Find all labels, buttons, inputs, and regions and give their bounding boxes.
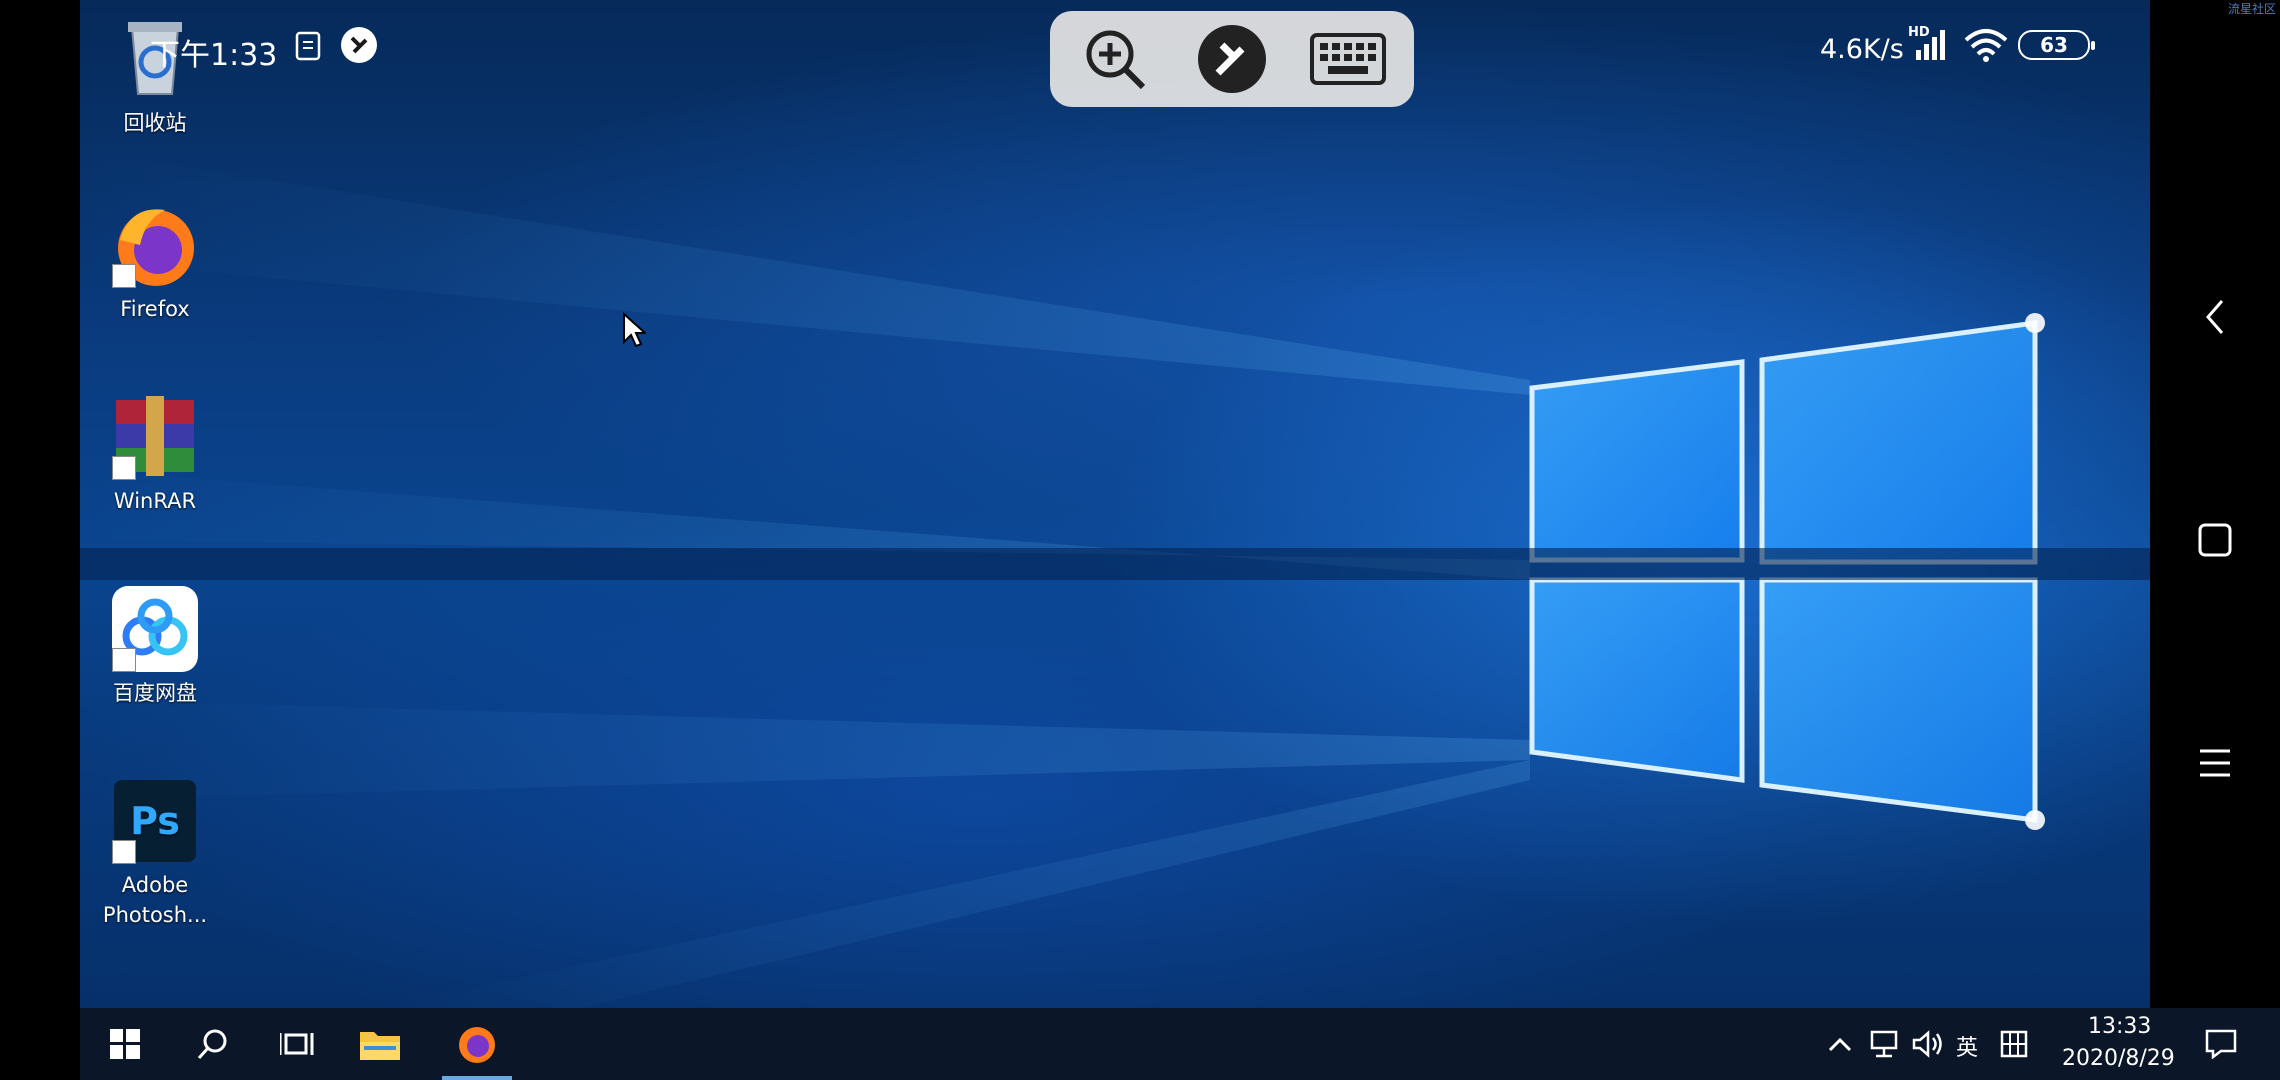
desktop-icon-label: WinRAR: [113, 489, 197, 513]
firefox-icon: [110, 200, 200, 290]
desktop-icon-winrar[interactable]: WinRAR: [90, 392, 220, 516]
desktop-icon-label: Photosh...: [102, 903, 208, 927]
battery-indicator: 63: [2018, 30, 2095, 60]
shortcut-arrow-icon: [112, 648, 136, 672]
desktop-icon-label: Adobe: [121, 873, 189, 897]
winrar-icon: [110, 392, 200, 482]
watermark: 流星社区: [2227, 2, 2276, 16]
status-time: 下午1:33: [150, 38, 278, 73]
ime-grid-icon: [2000, 1030, 2028, 1058]
show-hidden-icons-button[interactable]: [1820, 1008, 1860, 1080]
menu-button[interactable]: [2180, 728, 2250, 798]
taskbar-file-explorer[interactable]: [350, 1008, 410, 1080]
search-button[interactable]: [188, 1008, 238, 1080]
desktop-icon-label: Firefox: [120, 297, 190, 321]
network-icon: [1870, 1030, 1898, 1058]
search-icon: [197, 1029, 227, 1060]
remote-app-status-icon: [341, 27, 377, 63]
task-view-button[interactable]: [272, 1008, 322, 1080]
start-button[interactable]: [100, 1008, 150, 1080]
svg-text:Ps: Ps: [130, 799, 180, 843]
task-view-icon: [280, 1033, 314, 1055]
action-center-button[interactable]: [2196, 1008, 2246, 1080]
home-square-icon: [2198, 523, 2232, 557]
firefox-icon: [459, 1027, 495, 1063]
signal-hd-label: HD: [1908, 25, 1930, 40]
desktop-icon-photoshop[interactable]: Ps Adobe Photosh...: [90, 776, 220, 930]
signal-strength-icon: HD: [1908, 25, 1945, 60]
folder-icon: [360, 1032, 400, 1060]
tray-clock-time[interactable]: 13:33: [2088, 1014, 2151, 1039]
menu-icon: [2200, 749, 2230, 777]
remote-desktop-icon: [1198, 25, 1266, 93]
baidu-netdisk-icon: [110, 584, 200, 674]
chevron-up-icon: [1828, 1037, 1852, 1052]
remote-desktop[interactable]: 回收站 Firefox WinRAR 百度网盘 Ps Adobe Photosh…: [80, 0, 2150, 1008]
windows-start-icon: [110, 1029, 140, 1059]
shortcut-arrow-icon: [112, 456, 136, 480]
home-button[interactable]: [2180, 505, 2250, 575]
windows-wallpaper: [80, 150, 2150, 1008]
taskbar: 英 13:33 2020/8/29: [80, 1008, 2280, 1080]
shortcut-arrow-icon: [112, 840, 136, 864]
desktop-icon-firefox[interactable]: Firefox: [90, 200, 220, 324]
speaker-icon: [1912, 1030, 1942, 1058]
desktop-icon-baidu-netdisk[interactable]: 百度网盘: [90, 584, 220, 708]
zoom-in-button[interactable]: [1060, 11, 1170, 107]
volume-button[interactable]: [1908, 1008, 1948, 1080]
active-app-indicator: [442, 1076, 512, 1080]
notification-icon: [2205, 1029, 2237, 1059]
clipboard-icon: [295, 31, 321, 61]
back-icon: [2206, 300, 2224, 334]
photoshop-icon: Ps: [110, 776, 200, 866]
mouse-cursor-icon: [623, 312, 646, 348]
remote-connection-button[interactable]: [1177, 11, 1287, 107]
tray-clock-date[interactable]: 2020/8/29: [2062, 1046, 2175, 1071]
remote-toolbar: [1050, 11, 1414, 107]
zoom-in-icon: [1086, 30, 1146, 90]
desktop-icon-label: 百度网盘: [113, 681, 197, 705]
shortcut-arrow-icon: [112, 264, 136, 288]
back-button[interactable]: [2180, 282, 2250, 352]
desktop-icon-label: 回收站: [123, 111, 187, 135]
ime-mode-button[interactable]: [1994, 1008, 2034, 1080]
network-button[interactable]: [1864, 1008, 1904, 1080]
keyboard-icon: [1310, 33, 1386, 85]
wifi-icon: [1964, 29, 2008, 62]
ime-language[interactable]: 英: [1956, 1030, 1978, 1062]
taskbar-firefox[interactable]: [442, 1008, 512, 1080]
keyboard-button[interactable]: [1293, 11, 1403, 107]
network-speed: 4.6K/s: [1820, 34, 1904, 65]
